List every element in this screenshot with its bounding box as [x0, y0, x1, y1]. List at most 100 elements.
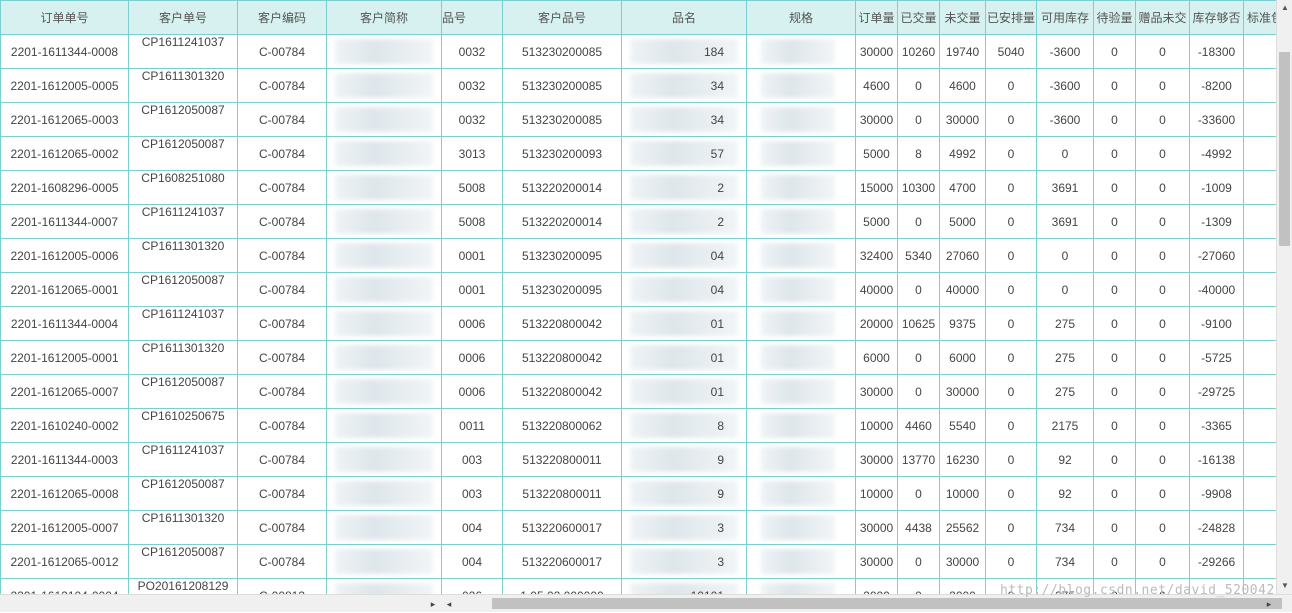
- cell-spec[interactable]: [746, 578, 856, 594]
- cell-available[interactable]: -3600: [1036, 102, 1094, 137]
- cell-item-name[interactable]: 3: [621, 510, 747, 545]
- cell-cust-order[interactable]: CP1611301320: [128, 510, 238, 545]
- cell-scheduled[interactable]: 0: [985, 306, 1037, 341]
- cell-item-no[interactable]: 0011: [441, 408, 503, 443]
- cell-delivered[interactable]: 0: [897, 374, 940, 409]
- cell-scheduled[interactable]: 0: [985, 544, 1037, 579]
- col-header-available[interactable]: 可用库存: [1036, 0, 1094, 35]
- cell-cust-short[interactable]: [326, 272, 442, 307]
- cell-pending[interactable]: 16230: [939, 442, 986, 477]
- cell-enough[interactable]: -16138: [1189, 442, 1244, 477]
- cell-item-no[interactable]: 0006: [441, 340, 503, 375]
- cell-cust-short[interactable]: [326, 408, 442, 443]
- cell-cust-item[interactable]: 513220800011: [502, 476, 622, 511]
- cell-scheduled[interactable]: 0: [985, 408, 1037, 443]
- cell-gift[interactable]: 0: [1135, 544, 1190, 579]
- cell-cust-order[interactable]: CP1612050087: [128, 136, 238, 171]
- cell-pack[interactable]: 720: [1243, 102, 1276, 137]
- cell-delivered[interactable]: 0: [897, 476, 940, 511]
- cell-cust-item[interactable]: 513220800042: [502, 340, 622, 375]
- cell-spec[interactable]: [746, 340, 856, 375]
- table-row[interactable]: 2201-1612005-0001 CP1611301320 C-00784 0006…: [0, 340, 1276, 375]
- col-header-inspect[interactable]: 待验量: [1093, 0, 1136, 35]
- cell-item-no[interactable]: 004: [441, 510, 503, 545]
- cell-cust-code[interactable]: C-00784: [237, 442, 327, 477]
- cell-scheduled[interactable]: 0: [985, 204, 1037, 239]
- cell-scheduled[interactable]: 5040: [985, 34, 1037, 69]
- cell-cust-short[interactable]: [326, 136, 442, 171]
- cell-cust-code[interactable]: C-00784: [237, 170, 327, 205]
- cell-enough[interactable]: -3365: [1189, 408, 1244, 443]
- cell-delivered[interactable]: 0: [897, 340, 940, 375]
- cell-cust-item[interactable]: 513230200095: [502, 238, 622, 273]
- cell-cust-order[interactable]: PO20161208129: [128, 578, 238, 594]
- cell-cust-code[interactable]: C-00784: [237, 204, 327, 239]
- cell-cust-code[interactable]: C-00784: [237, 510, 327, 545]
- cell-cust-item[interactable]: 513220800062: [502, 408, 622, 443]
- cell-cust-short[interactable]: [326, 68, 442, 103]
- cell-scheduled[interactable]: 0: [985, 136, 1037, 171]
- cell-pending[interactable]: 5000: [939, 204, 986, 239]
- cell-item-no[interactable]: 3013: [441, 136, 503, 171]
- cell-cust-short[interactable]: [326, 238, 442, 273]
- cell-order-no[interactable]: 2201-1611344-0003: [0, 442, 129, 477]
- cell-item-no[interactable]: 004: [441, 544, 503, 579]
- cell-spec[interactable]: [746, 306, 856, 341]
- table-row[interactable]: 2201-1612065-0007 CP1612050087 C-00784 0006…: [0, 374, 1276, 409]
- cell-pending[interactable]: 27060: [939, 238, 986, 273]
- cell-item-no[interactable]: 0032: [441, 68, 503, 103]
- cell-delivered[interactable]: 0: [897, 544, 940, 579]
- cell-enough[interactable]: -1309: [1189, 204, 1244, 239]
- col-header-cust-order[interactable]: 客户单号: [128, 0, 238, 35]
- cell-cust-code[interactable]: C-00784: [237, 476, 327, 511]
- cell-pack[interactable]: 720: [1243, 34, 1276, 69]
- cell-cust-order[interactable]: CP1612050087: [128, 374, 238, 409]
- cell-gift[interactable]: 0: [1135, 306, 1190, 341]
- cell-inspect[interactable]: 0: [1093, 204, 1136, 239]
- cell-delivered[interactable]: 0: [897, 578, 940, 594]
- cell-scheduled[interactable]: 0: [985, 442, 1037, 477]
- cell-qty[interactable]: 40000: [855, 272, 898, 307]
- cell-qty[interactable]: 30000: [855, 442, 898, 477]
- cell-cust-item[interactable]: 513220600017: [502, 510, 622, 545]
- cell-available[interactable]: 275: [1036, 374, 1094, 409]
- cell-cust-code[interactable]: C-00784: [237, 136, 327, 171]
- cell-item-name[interactable]: 2: [621, 204, 747, 239]
- col-header-order-no[interactable]: 订单单号: [0, 0, 129, 35]
- cell-pack[interactable]: 192: [1243, 340, 1276, 375]
- cell-cust-code[interactable]: C-00784: [237, 102, 327, 137]
- cell-cust-code[interactable]: C-00784: [237, 374, 327, 409]
- cell-pending[interactable]: 4992: [939, 136, 986, 171]
- cell-item-no[interactable]: 003: [441, 442, 503, 477]
- scroll-up-arrow-icon[interactable]: ▲: [1277, 0, 1292, 16]
- cell-enough[interactable]: -18300: [1189, 34, 1244, 69]
- cell-qty[interactable]: 6000: [855, 340, 898, 375]
- cell-scheduled[interactable]: 0: [985, 374, 1037, 409]
- cell-item-name[interactable]: 01: [621, 374, 747, 409]
- cell-inspect[interactable]: 0: [1093, 306, 1136, 341]
- cell-pack[interactable]: 720: [1243, 68, 1276, 103]
- cell-item-no[interactable]: 026: [441, 578, 503, 594]
- cell-spec[interactable]: [746, 68, 856, 103]
- cell-cust-item[interactable]: 513220600017: [502, 544, 622, 579]
- cell-cust-short[interactable]: [326, 170, 442, 205]
- col-header-item-no[interactable]: 品号: [441, 0, 503, 35]
- cell-cust-order[interactable]: CP1611301320: [128, 68, 238, 103]
- col-header-spec[interactable]: 规格: [746, 0, 856, 35]
- cell-pending[interactable]: 19740: [939, 34, 986, 69]
- cell-enough[interactable]: -40000: [1189, 272, 1244, 307]
- cell-spec[interactable]: [746, 170, 856, 205]
- cell-spec[interactable]: [746, 544, 856, 579]
- cell-cust-item[interactable]: 513230200095: [502, 272, 622, 307]
- cell-cust-order[interactable]: CP1612050087: [128, 272, 238, 307]
- cell-gift[interactable]: 0: [1135, 374, 1190, 409]
- cell-delivered[interactable]: 0: [897, 102, 940, 137]
- cell-gift[interactable]: 0: [1135, 408, 1190, 443]
- cell-cust-order[interactable]: CP1611301320: [128, 340, 238, 375]
- cell-item-no[interactable]: 0032: [441, 34, 503, 69]
- cell-spec[interactable]: [746, 102, 856, 137]
- cell-cust-short[interactable]: [326, 34, 442, 69]
- cell-gift[interactable]: 0: [1135, 68, 1190, 103]
- table-row[interactable]: 2201-1612065-0001 CP1612050087 C-00784 0001…: [0, 272, 1276, 307]
- cell-qty[interactable]: 2000: [855, 578, 898, 594]
